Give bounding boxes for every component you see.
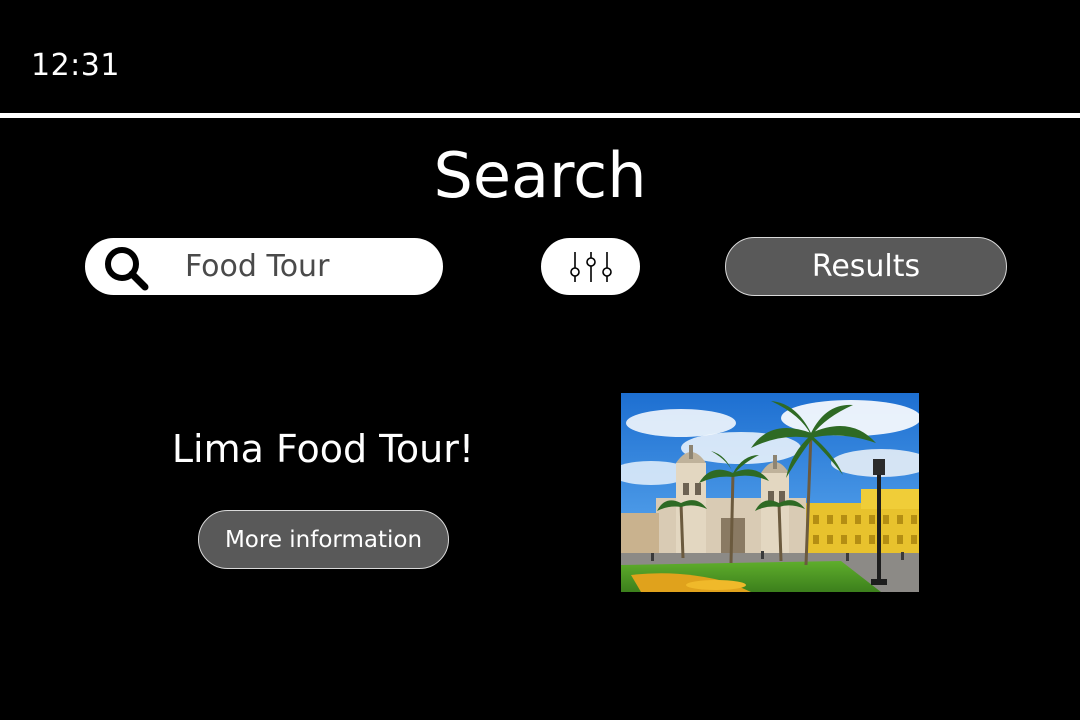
status-time: 12:31 [31,48,120,83]
filter-button[interactable] [541,238,640,295]
search-bar[interactable] [85,238,443,295]
results-button[interactable]: Results [725,237,1007,296]
more-information-button[interactable]: More information [198,510,449,569]
search-screen: 12:31 Search Results Lima Food Tour! Mor… [0,0,1080,720]
page-title: Search [433,139,647,212]
result-title: Lima Food Tour! [171,427,475,471]
search-icon[interactable] [101,243,151,293]
sliders-icon [570,252,612,282]
plaza-cathedral-photo[interactable] [621,393,919,592]
header-divider [0,113,1080,118]
search-input[interactable] [185,245,425,287]
